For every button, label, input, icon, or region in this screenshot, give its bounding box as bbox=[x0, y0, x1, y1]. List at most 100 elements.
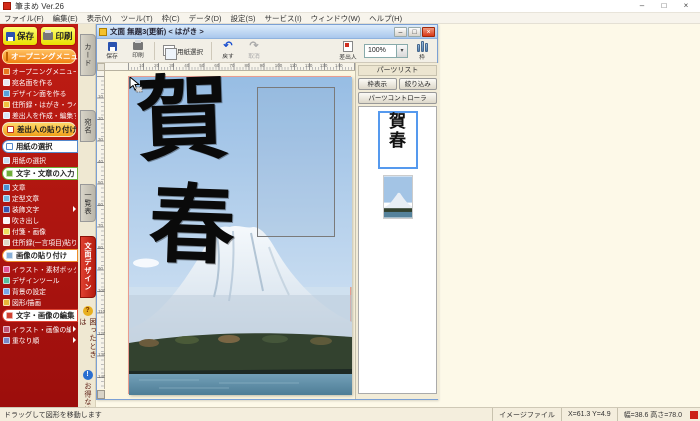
section-edit[interactable]: 文字・画像の編集 bbox=[2, 309, 78, 322]
maximize-button[interactable]: □ bbox=[653, 0, 675, 12]
undo-button[interactable]: ↶ 戻す bbox=[216, 40, 240, 62]
status-message: ドラッグして図形を移動します bbox=[0, 410, 492, 420]
section-image-paste[interactable]: 画像の貼り付け bbox=[2, 249, 78, 262]
design-canvas[interactable]: 賀 春 bbox=[105, 71, 355, 399]
parts-controller-button[interactable]: パーツコントローラ bbox=[358, 92, 437, 104]
opening-menu-icon bbox=[6, 52, 8, 61]
sidebar-item-text[interactable]: 文章 bbox=[2, 182, 76, 192]
menu-file[interactable]: ファイル(F) bbox=[4, 13, 44, 24]
sidebar-item-template-text[interactable]: 定型文章 bbox=[2, 193, 76, 203]
save-button[interactable]: 保存 bbox=[2, 26, 38, 46]
menu-frame[interactable]: 枠(C) bbox=[162, 13, 180, 24]
document-title-bar[interactable]: 文面 無題3(更新) < はがき > – □ × bbox=[97, 25, 437, 39]
frame-display-button[interactable]: 枠表示 bbox=[358, 78, 397, 90]
window-title: 筆まめ Ver.26 bbox=[15, 1, 64, 12]
menu-service[interactable]: サービス(I) bbox=[265, 13, 302, 24]
ruler-corner bbox=[97, 63, 105, 71]
submenu-arrow-icon bbox=[73, 206, 76, 212]
menu-data[interactable]: データ(D) bbox=[189, 13, 222, 24]
sidebar-item-illust-box[interactable]: イラスト・素材ボックス bbox=[2, 264, 76, 274]
print-button[interactable]: 印刷 bbox=[40, 26, 76, 46]
printer-icon bbox=[133, 42, 143, 50]
sidebar-item-speech-bubble[interactable]: 吹き出し bbox=[2, 215, 76, 225]
ruler-horizontal: 102030405060708090100110120130140 bbox=[105, 63, 355, 71]
sidebar-item-edit-illust[interactable]: イラスト・画像の編集 bbox=[2, 324, 76, 334]
tab-card[interactable]: カード bbox=[80, 34, 96, 76]
ruler-number: 40 bbox=[184, 63, 189, 68]
sidebar-item-z-order[interactable]: 重なり順 bbox=[2, 335, 76, 345]
menu-edit[interactable]: 編集(E) bbox=[53, 13, 78, 24]
sidebar-item-edit-sender[interactable]: 差出人を作成・編集する bbox=[2, 110, 76, 120]
menu-settings[interactable]: 設定(S) bbox=[231, 13, 256, 24]
sender-button[interactable]: 差出人 bbox=[336, 40, 360, 62]
doc-print-button[interactable]: 印刷 bbox=[126, 40, 150, 62]
ruler-number: 40 bbox=[98, 159, 103, 164]
sender-edit-icon bbox=[3, 112, 10, 119]
scrollbar-nub[interactable] bbox=[97, 390, 105, 399]
close-button[interactable]: × bbox=[675, 0, 697, 12]
redo-button[interactable]: ↷ 取消 bbox=[242, 40, 266, 62]
tab-address[interactable]: 宛名 bbox=[80, 110, 96, 142]
zoom-value: 100% bbox=[368, 47, 386, 54]
doc-maximize-button[interactable]: □ bbox=[408, 27, 421, 37]
paper-select-icon bbox=[163, 45, 175, 56]
selection-frame[interactable] bbox=[257, 87, 335, 237]
tab-list[interactable]: 一覧表 bbox=[80, 184, 96, 222]
address-book-icon bbox=[3, 101, 10, 108]
sidebar-item-shapes[interactable]: 図形/描画 bbox=[2, 297, 76, 307]
document-title: 文面 無題3(更新) < はがき > bbox=[110, 26, 204, 37]
resize-grip[interactable] bbox=[690, 411, 698, 419]
document-window: 文面 無題3(更新) < はがき > – □ × 保存 印刷 用紙選択 bbox=[96, 24, 438, 400]
design-icon bbox=[3, 90, 10, 97]
menu-help[interactable]: ヘルプ(H) bbox=[369, 13, 402, 24]
calligraphy-char-ga: 賀 bbox=[135, 71, 230, 166]
filter-button[interactable]: 絞り込み bbox=[399, 78, 438, 90]
window-controls: – □ × bbox=[631, 0, 697, 12]
doc-close-button[interactable]: × bbox=[422, 27, 435, 37]
toolbar-separator bbox=[154, 42, 155, 60]
section-text-input[interactable]: 文字・文章の入力 bbox=[2, 167, 78, 180]
sidebar-item-make-address-side[interactable]: 宛名面を作る bbox=[2, 77, 76, 87]
postcard-icon bbox=[3, 79, 10, 86]
calligraphy-char-shun: 春 bbox=[148, 182, 237, 271]
paste-sender-button[interactable]: 差出人の貼り付け bbox=[2, 122, 76, 137]
ruler-number: 140 bbox=[335, 63, 343, 68]
background-icon bbox=[3, 288, 10, 295]
ruler-number: 110 bbox=[290, 63, 297, 68]
question-icon: ? bbox=[83, 306, 93, 316]
status-bar: ドラッグして図形を移動します イメージファイル X=61.3 Y=4.9 幅=3… bbox=[0, 407, 700, 421]
doc-minimize-button[interactable]: – bbox=[394, 27, 407, 37]
minimize-button[interactable]: – bbox=[631, 0, 653, 12]
template-text-icon bbox=[3, 195, 10, 202]
frame-button[interactable]: 枠 bbox=[410, 40, 434, 62]
floppy-icon bbox=[108, 42, 117, 51]
part-thumbnail-calligraphy[interactable]: 賀 春 bbox=[378, 111, 418, 169]
tab-design[interactable]: 文面デザイン bbox=[80, 236, 96, 298]
sidebar-item-make-address-book[interactable]: 住所録・はがき・ラベルなどを作る bbox=[2, 99, 76, 109]
parts-panel: パーツリスト 枠表示 絞り込み パーツコントローラ 賀 春 bbox=[355, 63, 439, 399]
menu-tools[interactable]: ツール(T) bbox=[121, 13, 153, 24]
sidebar-item-address-field-paste[interactable]: 住所録(一言項目)貼り付け bbox=[2, 237, 76, 247]
sidebar-item-make-design-side[interactable]: デザイン面を作る bbox=[2, 88, 76, 98]
sidebar-item-opening-menu-show[interactable]: オープニングメニューの表示 bbox=[2, 66, 76, 76]
menu-view[interactable]: 表示(V) bbox=[87, 13, 112, 24]
document-toolbar: 保存 印刷 用紙選択 ↶ 戻す ↷ 取消 差出人 bbox=[97, 39, 437, 63]
paper-select-button[interactable]: 用紙選択 bbox=[159, 40, 207, 62]
zoom-select[interactable]: 100% ▾ bbox=[364, 44, 408, 58]
ruler-number: 80 bbox=[98, 245, 103, 250]
menu-window[interactable]: ウィンドウ(W) bbox=[311, 13, 361, 24]
opening-menu-button[interactable]: オープニングメニュー ▼ bbox=[2, 49, 76, 64]
sidebar-item-decorated-text[interactable]: 装飾文字 bbox=[2, 204, 76, 214]
part-thumbnail-photo[interactable] bbox=[383, 175, 413, 219]
ruler-number: 120 bbox=[305, 63, 313, 68]
sidebar-item-background[interactable]: 背景の設定 bbox=[2, 286, 76, 296]
tab-help[interactable]: ? 困ったときは bbox=[80, 306, 96, 364]
ruler-number: 20 bbox=[98, 116, 103, 121]
ruler-number: 60 bbox=[214, 63, 219, 68]
ruler-number: 10 bbox=[139, 63, 144, 68]
section-paper-select[interactable]: 用紙の選択 bbox=[2, 140, 78, 153]
sidebar-item-design-tool[interactable]: デザインツール bbox=[2, 275, 76, 285]
sidebar-item-sticky-image[interactable]: 付箋・画像 bbox=[2, 226, 76, 236]
sidebar-item-paper-select[interactable]: 用紙の選択 bbox=[2, 155, 76, 165]
doc-save-button[interactable]: 保存 bbox=[100, 40, 124, 62]
